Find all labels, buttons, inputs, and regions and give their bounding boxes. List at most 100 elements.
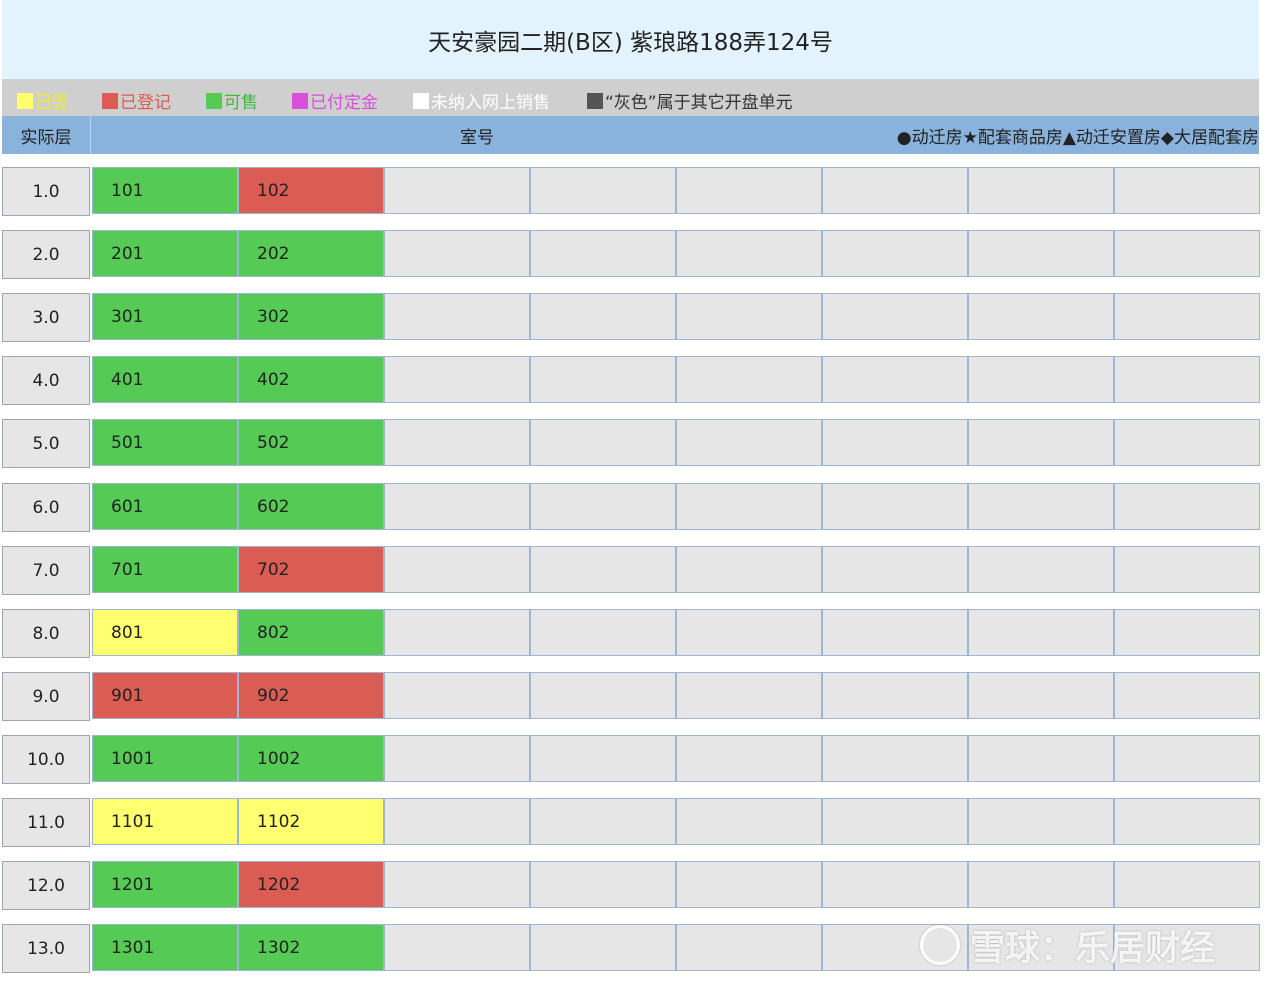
unit-cell[interactable]: 602 [238,483,384,530]
legend-label-registered: 已登记 [120,93,171,113]
floor-row: 9.0 901 902 [2,672,1260,721]
floor-label: 5.0 [2,419,90,468]
empty-unit-cell [968,735,1114,782]
empty-unit-cell [822,230,968,277]
floor-row: 12.0 1201 1202 [2,861,1260,910]
floor-label: 2.0 [2,230,90,279]
unit-cell[interactable]: 202 [238,230,384,277]
unit-cell[interactable]: 1202 [238,861,384,908]
floor-row: 11.0 1101 1102 [2,798,1260,847]
empty-unit-cell [676,861,822,908]
empty-unit-cell [968,293,1114,340]
unit-cell[interactable]: 1102 [238,798,384,845]
empty-unit-cell [530,546,676,593]
unit-cell[interactable]: 101 [92,167,238,214]
empty-unit-cell [968,546,1114,593]
empty-unit-cell [822,735,968,782]
empty-unit-cell [530,483,676,530]
unit-cell[interactable]: 801 [92,609,238,656]
empty-unit-cell [1114,672,1260,719]
unit-cell[interactable]: 1302 [238,924,384,971]
floor-label: 3.0 [2,293,90,342]
legend-swatch-registered [102,92,118,109]
unit-cell[interactable]: 1001 [92,735,238,782]
empty-unit-cell [968,672,1114,719]
unit-cell[interactable]: 902 [238,672,384,719]
legend-item-signed: 已签 [17,88,69,113]
empty-unit-cell [530,735,676,782]
legend-item-deposit: 已付定金 [292,88,378,113]
empty-unit-cell [1114,167,1260,214]
unit-cell[interactable]: 1101 [92,798,238,845]
page-header: 天安豪园二期(B区) 紫琅路188弄124号 [2,0,1259,79]
legend-swatch-available [206,92,222,109]
empty-unit-cell [530,293,676,340]
unit-cell[interactable]: 501 [92,419,238,466]
empty-unit-cell [530,861,676,908]
floor-label: 7.0 [2,546,90,595]
empty-unit-cell [530,609,676,656]
unit-cell[interactable]: 301 [92,293,238,340]
empty-unit-cell [530,798,676,845]
unit-cell[interactable]: 502 [238,419,384,466]
unit-cell[interactable]: 802 [238,609,384,656]
empty-unit-cell [676,798,822,845]
empty-unit-cell [822,356,968,403]
unit-cell[interactable]: 1002 [238,735,384,782]
empty-unit-cell [1114,546,1260,593]
unit-cell[interactable]: 402 [238,356,384,403]
unit-cell[interactable]: 901 [92,672,238,719]
empty-unit-cell [968,419,1114,466]
snowball-logo-icon [920,925,960,965]
floor-row: 10.0 1001 1002 [2,735,1260,784]
empty-unit-cell [968,230,1114,277]
empty-unit-cell [676,546,822,593]
empty-unit-cell [384,419,530,466]
unit-cell[interactable]: 401 [92,356,238,403]
empty-unit-cell [968,861,1114,908]
empty-unit-cell [1114,861,1260,908]
empty-unit-cell [384,672,530,719]
empty-unit-cell [676,924,822,971]
empty-unit-cell [530,167,676,214]
unit-cell[interactable]: 302 [238,293,384,340]
unit-cell[interactable]: 702 [238,546,384,593]
legend-label-available: 可售 [224,93,258,113]
empty-unit-cell [676,672,822,719]
floor-row: 2.0 201 202 [2,230,1260,279]
empty-unit-cell [822,798,968,845]
empty-unit-cell [676,230,822,277]
status-legend: 已签 已登记 可售 已付定金 未纳入网上销售 “灰色”属于其它开盘单元 [2,79,1259,116]
empty-unit-cell [822,419,968,466]
unit-cell[interactable]: 1301 [92,924,238,971]
empty-unit-cell [384,230,530,277]
legend-swatch-signed [17,92,33,109]
floor-row: 7.0 701 702 [2,546,1260,595]
empty-unit-cell [1114,798,1260,845]
empty-unit-cell [384,735,530,782]
unit-cell[interactable]: 1201 [92,861,238,908]
legend-label-not-online: 未纳入网上销售 [431,93,550,113]
empty-unit-cell [822,861,968,908]
empty-unit-cell [1114,735,1260,782]
legend-swatch-grey-other [587,92,603,109]
empty-unit-cell [968,356,1114,403]
legend-item-grey-other: “灰色”属于其它开盘单元 [587,88,793,113]
unit-cell[interactable]: 701 [92,546,238,593]
empty-unit-cell [822,546,968,593]
header-type-legend: ●动迁房★配套商品房▲动迁安置房◆大居配套房 [896,127,1259,148]
empty-unit-cell [822,672,968,719]
empty-unit-cell [1114,609,1260,656]
empty-unit-cell [384,609,530,656]
empty-unit-cell [968,483,1114,530]
empty-unit-cell [676,167,822,214]
unit-cell[interactable]: 601 [92,483,238,530]
empty-unit-cell [530,356,676,403]
floor-row: 8.0 801 802 [2,609,1260,658]
empty-unit-cell [384,167,530,214]
empty-unit-cell [530,924,676,971]
empty-unit-cell [676,356,822,403]
unit-cell[interactable]: 201 [92,230,238,277]
unit-cell[interactable]: 102 [238,167,384,214]
empty-unit-cell [676,419,822,466]
